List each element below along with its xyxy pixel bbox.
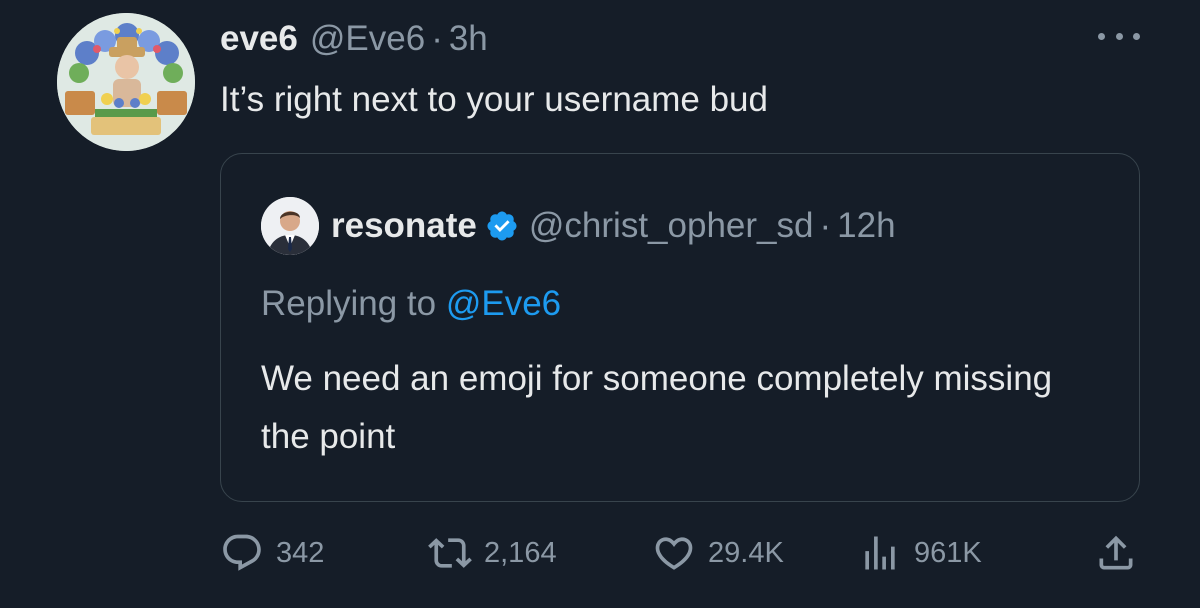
- separator-dot: ·: [819, 206, 832, 245]
- more-dots-icon[interactable]: [1098, 24, 1140, 48]
- retweet-count: 2,164: [484, 536, 557, 569]
- like-button[interactable]: 29.4K: [652, 528, 784, 578]
- tweet-action-bar: 342 2,164 29.4K 961K: [0, 528, 1200, 578]
- quoted-tweet-header: resonate @christ_opher_sd · 12h: [261, 196, 896, 256]
- quoted-tweet-card[interactable]: resonate @christ_opher_sd · 12h Replying…: [220, 153, 1140, 502]
- quoted-avatar-image: [261, 197, 319, 255]
- views-icon: [865, 536, 895, 570]
- replying-to-handle-link[interactable]: @Eve6: [446, 284, 561, 323]
- quoted-author-display-name[interactable]: resonate: [331, 206, 477, 246]
- replying-to-label: Replying to: [261, 284, 437, 323]
- retweet-button[interactable]: 2,164: [428, 528, 557, 578]
- tweet-header: eve6 @Eve6 · 3h: [220, 16, 488, 62]
- avatar-image: [57, 13, 195, 151]
- reply-button[interactable]: 342: [220, 528, 324, 578]
- views-button[interactable]: 961K: [858, 528, 982, 578]
- replying-to-line: Replying to @Eve6: [261, 280, 561, 328]
- verified-badge-icon: [485, 209, 519, 243]
- author-display-name[interactable]: eve6: [220, 19, 298, 59]
- author-avatar[interactable]: [57, 13, 195, 151]
- share-button[interactable]: [1094, 528, 1138, 578]
- like-count: 29.4K: [708, 536, 784, 569]
- tweet-text: It’s right next to your username bud: [220, 80, 768, 119]
- author-handle[interactable]: @Eve6: [310, 19, 425, 59]
- tweet-time[interactable]: 3h: [449, 19, 488, 59]
- quoted-tweet-time[interactable]: 12h: [837, 206, 895, 246]
- quoted-tweet-text: We need an emoji for someone completely …: [261, 359, 1053, 456]
- reply-icon: [223, 534, 261, 571]
- quoted-author-handle[interactable]: @christ_opher_sd: [529, 206, 814, 246]
- reply-count: 342: [276, 536, 325, 569]
- quoted-author-avatar[interactable]: [261, 197, 319, 255]
- separator-dot: ·: [431, 19, 443, 58]
- share-icon: [1099, 535, 1133, 570]
- dot: [1098, 32, 1105, 40]
- dot: [1115, 32, 1123, 40]
- retweet-icon: [428, 538, 472, 568]
- views-count: 961K: [914, 536, 982, 569]
- dot: [1133, 32, 1140, 40]
- like-icon: [655, 537, 693, 570]
